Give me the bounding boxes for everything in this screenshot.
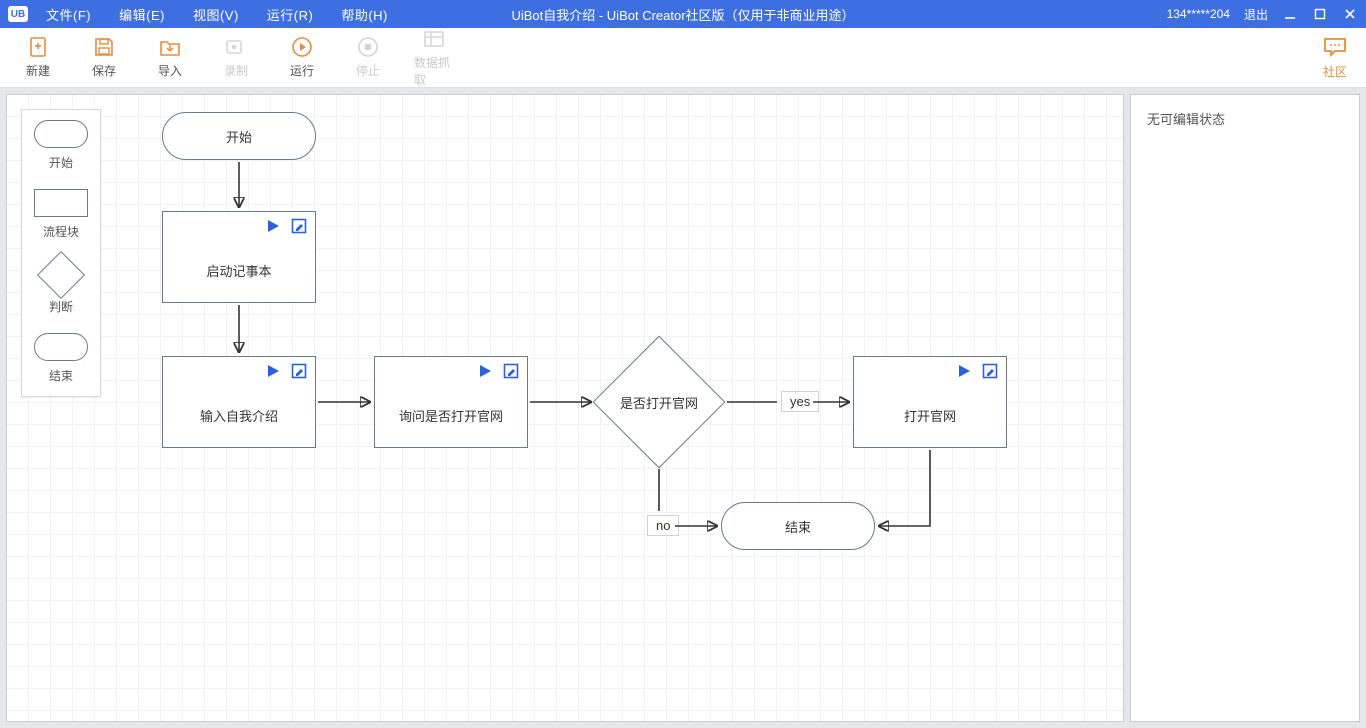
maximize-button[interactable]: [1312, 6, 1328, 22]
node-open-site-label: 打开官网: [904, 406, 956, 425]
tool-data-label: 数据抓取: [414, 54, 454, 88]
canvas-wrap: 开始 流程块 判断 结束 开始 启动记事本: [0, 88, 1130, 728]
tool-community-label: 社区: [1323, 63, 1347, 80]
import-icon: [157, 36, 183, 58]
node-decision-label: 是否打开官网: [612, 355, 706, 449]
menu-run[interactable]: 运行(R): [267, 5, 314, 24]
menu-edit[interactable]: 编辑(E): [119, 5, 165, 24]
play-icon[interactable]: [265, 218, 281, 237]
tool-run-label: 运行: [290, 62, 314, 79]
edit-icon[interactable]: [982, 363, 998, 382]
edge-label-no: no: [647, 515, 679, 536]
play-icon[interactable]: [956, 363, 972, 382]
data-icon: [421, 28, 447, 50]
node-input-intro[interactable]: 输入自我介绍: [162, 356, 316, 448]
edge-n4-end: [879, 450, 930, 526]
play-icon[interactable]: [265, 363, 281, 382]
node-start[interactable]: 开始: [162, 112, 316, 160]
palette-end[interactable]: 结束: [26, 333, 96, 384]
tool-stop: 停止: [348, 36, 388, 79]
node-palette: 开始 流程块 判断 结束: [21, 109, 101, 397]
node-input-intro-label: 输入自我介绍: [200, 406, 278, 425]
close-button[interactable]: [1342, 6, 1358, 22]
app-logo: UB: [8, 6, 28, 22]
edge-label-yes: yes: [781, 391, 819, 412]
save-icon: [91, 36, 117, 58]
tool-import[interactable]: 导入: [150, 36, 190, 79]
play-icon[interactable]: [477, 363, 493, 382]
menu-view[interactable]: 视图(V): [193, 5, 239, 24]
node-ask-open-site[interactable]: 询问是否打开官网: [374, 356, 528, 448]
palette-decision[interactable]: 判断: [26, 258, 96, 315]
edit-icon[interactable]: [503, 363, 519, 382]
properties-panel: 无可编辑状态: [1130, 94, 1360, 722]
tool-record-label: 录制: [224, 62, 248, 79]
tool-record: 录制: [216, 36, 256, 79]
node-decision[interactable]: 是否打开官网: [612, 355, 706, 449]
titlebar-right: 134*****204 退出: [1167, 6, 1358, 23]
new-file-icon: [25, 36, 51, 58]
palette-start-label: 开始: [49, 154, 73, 171]
node-end-label: 结束: [785, 517, 811, 536]
stop-icon: [355, 36, 381, 58]
edit-icon[interactable]: [291, 363, 307, 382]
community-icon: [1322, 36, 1348, 61]
workspace: 开始 流程块 判断 结束 开始 启动记事本: [0, 88, 1366, 728]
node-launch-notepad[interactable]: 启动记事本: [162, 211, 316, 303]
rounded-shape-icon: [34, 333, 88, 361]
menu-items: 文件(F) 编辑(E) 视图(V) 运行(R) 帮助(H): [46, 5, 388, 24]
tool-save[interactable]: 保存: [84, 36, 124, 79]
menu-file[interactable]: 文件(F): [46, 5, 91, 24]
palette-decision-label: 判断: [49, 298, 73, 315]
user-id: 134*****204: [1167, 7, 1230, 21]
record-icon: [223, 36, 249, 58]
palette-block[interactable]: 流程块: [26, 189, 96, 240]
rect-shape-icon: [34, 189, 88, 217]
flow-canvas[interactable]: 开始 流程块 判断 结束 开始 启动记事本: [6, 94, 1124, 722]
node-launch-notepad-label: 启动记事本: [206, 261, 271, 280]
tool-new[interactable]: 新建: [18, 36, 58, 79]
logout-link[interactable]: 退出: [1244, 6, 1268, 23]
rounded-shape-icon: [34, 120, 88, 148]
palette-end-label: 结束: [49, 367, 73, 384]
tool-stop-label: 停止: [356, 62, 380, 79]
tool-data: 数据抓取: [414, 28, 454, 88]
node-ask-open-site-label: 询问是否打开官网: [399, 406, 503, 425]
diamond-shape-icon: [37, 251, 85, 299]
edit-icon[interactable]: [291, 218, 307, 237]
run-icon: [289, 36, 315, 58]
properties-empty-text: 无可编辑状态: [1147, 112, 1225, 127]
palette-block-label: 流程块: [43, 223, 79, 240]
node-open-site[interactable]: 打开官网: [853, 356, 1007, 448]
node-start-label: 开始: [226, 127, 252, 146]
tool-import-label: 导入: [158, 62, 182, 79]
tool-new-label: 新建: [26, 62, 50, 79]
menu-help[interactable]: 帮助(H): [341, 5, 388, 24]
toolbar: 新建 保存 导入 录制 运行 停止 数据抓取 社区: [0, 28, 1366, 88]
menu-bar: UB 文件(F) 编辑(E) 视图(V) 运行(R) 帮助(H) UiBot自我…: [0, 0, 1366, 28]
tool-run[interactable]: 运行: [282, 36, 322, 79]
palette-start[interactable]: 开始: [26, 120, 96, 171]
tool-community[interactable]: 社区: [1322, 36, 1348, 80]
node-end[interactable]: 结束: [721, 502, 875, 550]
minimize-button[interactable]: [1282, 6, 1298, 22]
tool-save-label: 保存: [92, 62, 116, 79]
